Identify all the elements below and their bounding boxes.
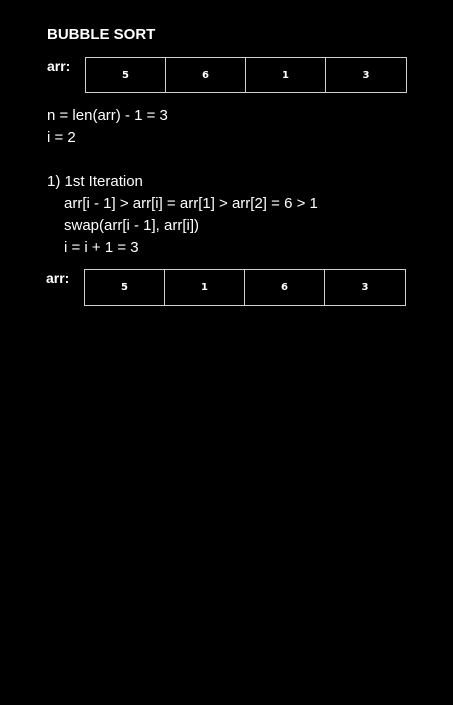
array-cell: 3 [361,282,369,293]
setup-i-line: i = 2 [47,129,76,146]
iteration-heading: 1) 1st Iteration [47,173,143,190]
iteration-swap-line: swap(arr[i - 1], arr[i]) [64,217,200,234]
array-cell: 5 [86,58,166,92]
iteration-compare-line: arr[i - 1] > arr[i] = arr[1] > arr[2] = … [64,195,318,212]
result-array: 5 1 6 3 [84,269,406,306]
array-cell: 1 [246,58,326,92]
initial-array: 5 6 1 3 [85,57,407,93]
array-cell: 3 [362,69,370,81]
initial-array-label: arr: [47,58,71,74]
iteration-increment-line: i = i + 1 = 3 [64,239,139,256]
array-cell: 5 [85,270,165,305]
result-array-label: arr: [46,270,70,286]
array-cell: 6 [245,270,325,305]
page-title: BUBBLE SORT [47,26,156,43]
array-cell: 6 [166,58,246,92]
setup-n-line: n = len(arr) - 1 = 3 [47,107,168,124]
array-cell: 1 [165,270,245,305]
